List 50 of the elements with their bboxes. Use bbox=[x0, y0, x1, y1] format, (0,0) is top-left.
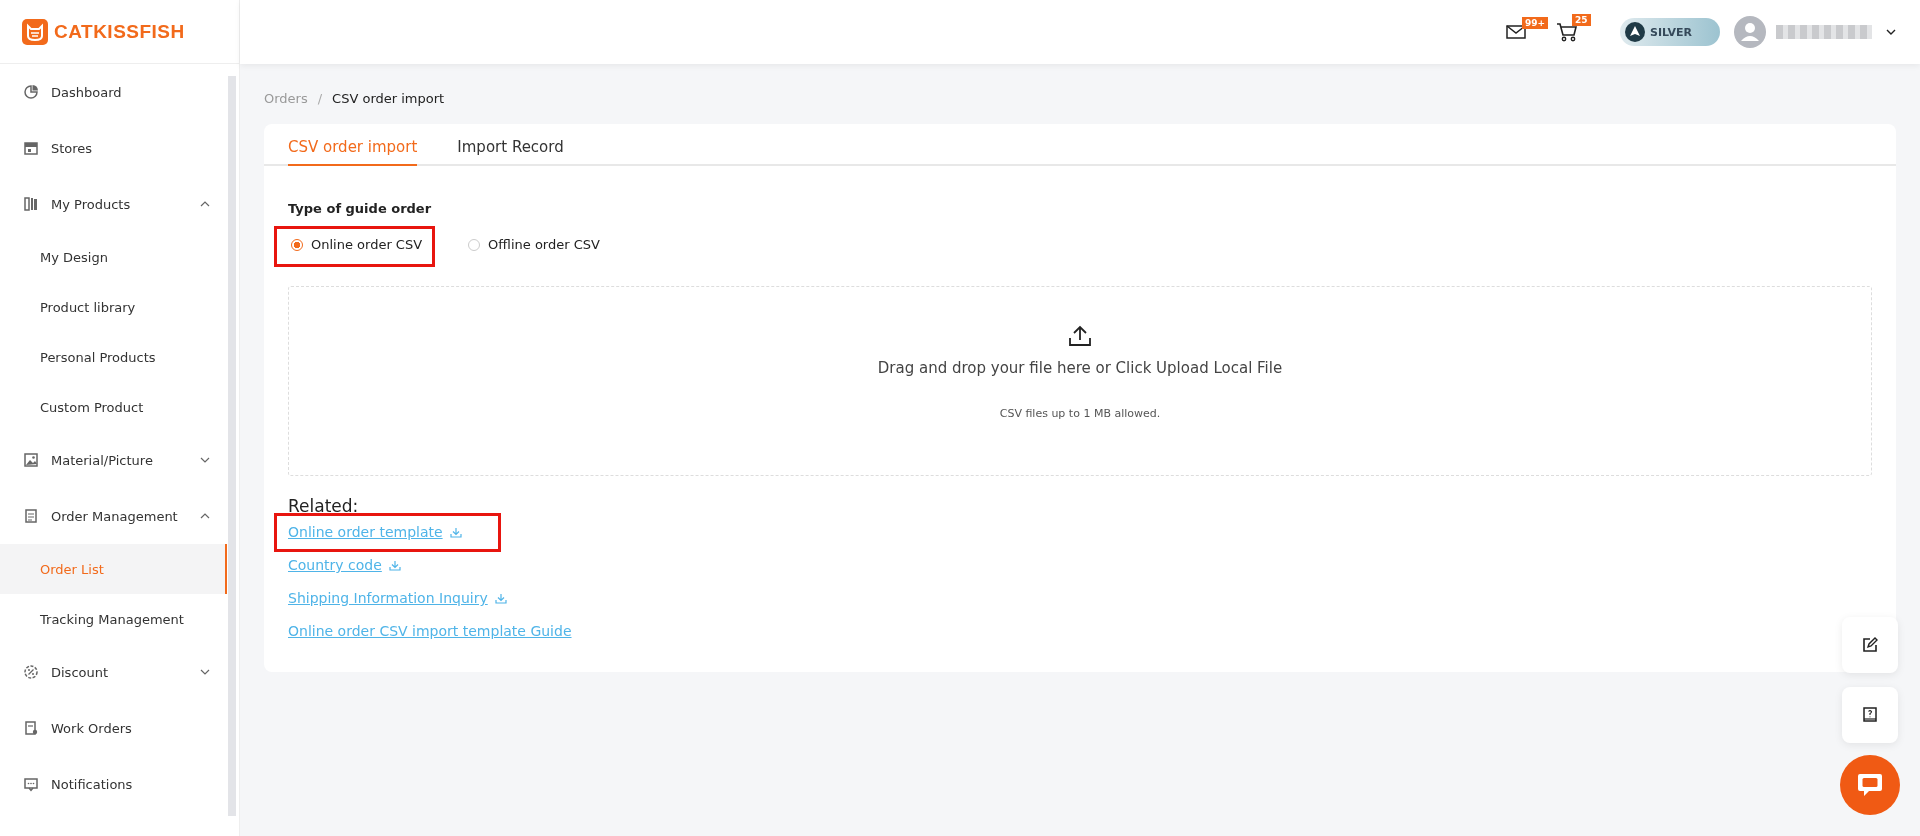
triangle-emblem-icon bbox=[1625, 22, 1645, 42]
logo-text: CATKISSFISH bbox=[54, 20, 185, 43]
field-label: Type of guide order bbox=[288, 201, 433, 216]
download-icon bbox=[388, 560, 401, 571]
sidebar-item[interactable]: Stores bbox=[0, 120, 227, 176]
tab[interactable]: Import Record bbox=[457, 134, 564, 166]
work-order-icon bbox=[23, 720, 39, 736]
cat-logo-icon bbox=[22, 18, 48, 45]
upload-instructions: Drag and drop your file here or Click Upload Local File bbox=[877, 359, 1283, 377]
upload-dropzone[interactable]: Drag and drop your file here or Click Upload Local File CSV files up to 1 MB allowed. bbox=[288, 286, 1872, 476]
mail-icon[interactable] bbox=[1506, 25, 1526, 39]
sidebar-subitem[interactable]: My Design bbox=[0, 232, 227, 282]
radio-option[interactable]: Offline order CSV bbox=[451, 226, 613, 267]
image-icon bbox=[23, 452, 39, 468]
upload-icon bbox=[1068, 325, 1092, 347]
sidebar-item[interactable]: Work Orders bbox=[0, 700, 227, 756]
storefront-icon bbox=[23, 140, 39, 156]
sidebar-item[interactable]: Dashboard bbox=[0, 64, 227, 120]
membership-badge: SILVER bbox=[1620, 18, 1720, 46]
count-badge: 25 bbox=[1572, 14, 1591, 26]
section-label: Related: bbox=[288, 496, 360, 516]
chevron-down-icon[interactable] bbox=[1886, 29, 1896, 35]
books-icon bbox=[23, 196, 39, 212]
discount-badge-icon bbox=[23, 664, 39, 680]
pie-chart-icon bbox=[23, 84, 39, 100]
sidebar-item[interactable]: Notifications bbox=[0, 756, 227, 812]
breadcrumb-current: CSV order import bbox=[332, 90, 445, 106]
sidebar-item[interactable]: Order Management bbox=[0, 488, 227, 544]
sidebar-subitem[interactable]: Custom Product bbox=[0, 382, 227, 432]
help-button[interactable] bbox=[1842, 687, 1898, 743]
download-icon bbox=[449, 527, 462, 538]
cart-icon[interactable] bbox=[1556, 22, 1578, 42]
help-book-icon bbox=[1863, 707, 1877, 723]
download-icon bbox=[494, 593, 507, 604]
sidebar-subitem[interactable]: Tracking Management bbox=[0, 594, 227, 644]
radio-option[interactable]: Online order CSV bbox=[274, 226, 436, 267]
sidebar-item[interactable]: Discount bbox=[0, 644, 227, 700]
sidebar-item[interactable]: Material/Picture bbox=[0, 432, 227, 488]
count-badge: 99+ bbox=[1522, 17, 1549, 29]
chat-message-icon bbox=[23, 776, 39, 792]
clipboard-icon bbox=[23, 508, 39, 524]
edit-button[interactable] bbox=[1842, 617, 1898, 673]
live-chat-button[interactable] bbox=[1840, 755, 1900, 815]
sidebar-subitem[interactable]: Product library bbox=[0, 282, 227, 332]
sidebar-item[interactable]: My Products bbox=[0, 176, 227, 232]
breadcrumb-separator: / bbox=[317, 90, 323, 106]
upload-hint: CSV files up to 1 MB allowed. bbox=[999, 407, 1161, 420]
scrollbar[interactable] bbox=[228, 76, 236, 816]
edit-icon bbox=[1862, 637, 1878, 653]
sidebar-subitem[interactable]: Personal Products bbox=[0, 332, 227, 382]
